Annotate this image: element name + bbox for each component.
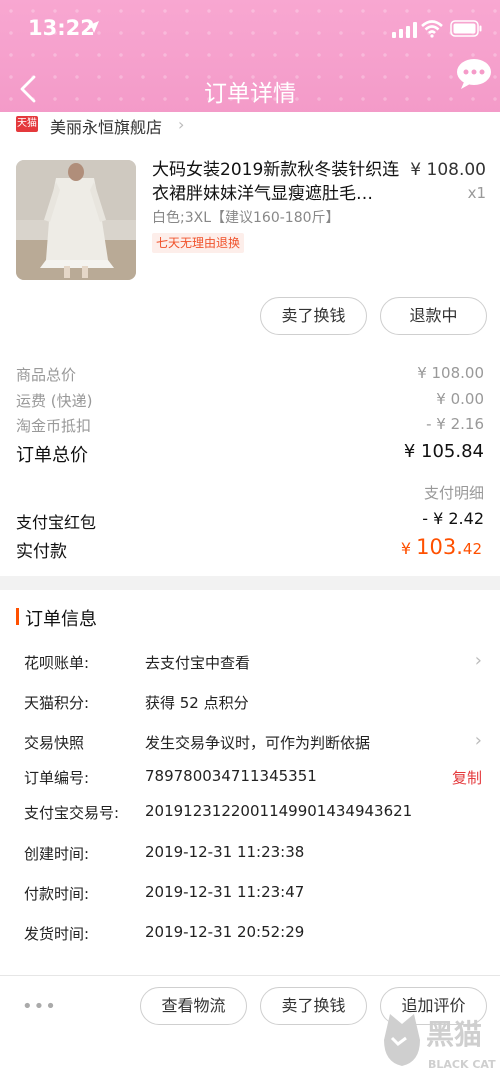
order-total-label: 订单总价 bbox=[16, 445, 88, 466]
watermark-cn: 黑猫 bbox=[426, 1018, 482, 1051]
order-number-label: 订单编号: bbox=[24, 769, 90, 787]
blackcat-logo-icon: 黑猫 BLACK CAT bbox=[384, 1014, 496, 1071]
product-quantity: x1 bbox=[467, 184, 486, 202]
copy-order-number-button[interactable]: 复制 bbox=[452, 767, 482, 788]
alipay-redpacket-label: 支付宝红包 bbox=[16, 513, 97, 532]
shop-row[interactable]: 天猫 美丽永恒旗舰店 › bbox=[0, 112, 500, 138]
battery-icon bbox=[450, 20, 482, 37]
product-sku: 白色;3XL【建议160-180斤】 bbox=[152, 210, 340, 226]
created-time-value: 2019-12-31 11:23:38 bbox=[145, 843, 305, 861]
location-arrow-icon bbox=[87, 21, 99, 33]
more-options-icon[interactable]: ••• bbox=[22, 996, 57, 1017]
return-policy-tag: 七天无理由退换 bbox=[152, 233, 245, 253]
chevron-right-icon[interactable]: › bbox=[475, 650, 482, 671]
shipping-value: ¥ 0.00 bbox=[436, 390, 484, 408]
actual-paid-label: 实付款 bbox=[16, 542, 67, 562]
huabei-bill-value[interactable]: 去支付宝中查看 bbox=[145, 652, 250, 673]
shop-name: 美丽永恒旗舰店 bbox=[50, 118, 163, 137]
order-number-value: 789780034711345351 bbox=[145, 767, 317, 785]
alipay-redpacket-value: - ¥ 2.42 bbox=[422, 509, 484, 528]
product-image[interactable] bbox=[16, 160, 136, 280]
actual-paid-dec: 42 bbox=[462, 540, 482, 558]
alipay-trade-no-value: 2019123122001149901434943621 bbox=[145, 802, 413, 820]
shipped-time-value: 2019-12-31 20:52:29 bbox=[145, 923, 305, 941]
shipping-label: 运费 (快递) bbox=[16, 392, 93, 410]
tmall-badge: 天猫 bbox=[16, 116, 38, 132]
view-logistics-button[interactable]: 查看物流 bbox=[140, 987, 247, 1025]
status-bar: 13:22 bbox=[0, 0, 500, 60]
chevron-right-icon: › bbox=[178, 115, 185, 134]
coins-label: 淘金币抵扣 bbox=[16, 417, 92, 435]
shipped-time-label: 发货时间: bbox=[24, 925, 90, 943]
payment-detail-link[interactable]: 支付明细 bbox=[424, 482, 484, 503]
sell-exchange-button[interactable]: 卖了换钱 bbox=[260, 297, 367, 335]
actual-paid-currency: ¥ bbox=[400, 539, 417, 558]
status-time: 13:22 bbox=[28, 16, 95, 40]
order-info-title: 订单信息 bbox=[25, 609, 97, 630]
watermark-en: BLACK CAT bbox=[428, 1058, 496, 1071]
actual-paid-int: 103. bbox=[416, 535, 463, 559]
section-divider bbox=[0, 576, 500, 590]
actual-paid-value: ¥ 103.42 bbox=[401, 535, 482, 559]
huabei-bill-label: 花呗账单: bbox=[24, 654, 90, 672]
chevron-right-icon[interactable]: › bbox=[475, 730, 482, 751]
tmall-points-value: 获得 52 点积分 bbox=[145, 694, 249, 712]
created-time-label: 创建时间: bbox=[24, 845, 90, 863]
tmall-points-label: 天猫积分: bbox=[24, 694, 90, 712]
signal-icon bbox=[392, 22, 417, 38]
paid-time-label: 付款时间: bbox=[24, 885, 90, 903]
trade-snapshot-value[interactable]: 发生交易争议时，可作为判断依据 bbox=[145, 732, 370, 753]
coins-value: - ¥ 2.16 bbox=[426, 415, 484, 433]
page-title: 订单详情 bbox=[204, 81, 296, 107]
alipay-trade-no-label: 支付宝交易号: bbox=[24, 804, 120, 822]
header-bar: 13:22 订单详情 bbox=[0, 0, 500, 118]
sell-exchange-bottom-button[interactable]: 卖了换钱 bbox=[260, 987, 367, 1025]
wifi-icon bbox=[421, 20, 443, 38]
section-accent-bar bbox=[16, 608, 19, 625]
goods-total-label: 商品总价 bbox=[16, 366, 77, 384]
order-total-value: ¥ 105.84 bbox=[403, 441, 484, 462]
goods-total-value: ¥ 108.00 bbox=[417, 364, 484, 382]
refund-status-button[interactable]: 退款中 bbox=[380, 297, 487, 335]
message-icon[interactable] bbox=[456, 58, 492, 90]
blackcat-watermark: 黑猫 BLACK CAT bbox=[380, 1000, 500, 1082]
product-title[interactable]: 大码女装2019新款秋冬装针织连衣裙胖妹妹洋气显瘦遮肚毛… bbox=[152, 158, 402, 206]
dress-photo-icon bbox=[16, 160, 136, 280]
paid-time-value: 2019-12-31 11:23:47 bbox=[145, 883, 305, 901]
product-price: ¥ 108.00 bbox=[410, 160, 486, 180]
trade-snapshot-label: 交易快照 bbox=[24, 734, 85, 752]
